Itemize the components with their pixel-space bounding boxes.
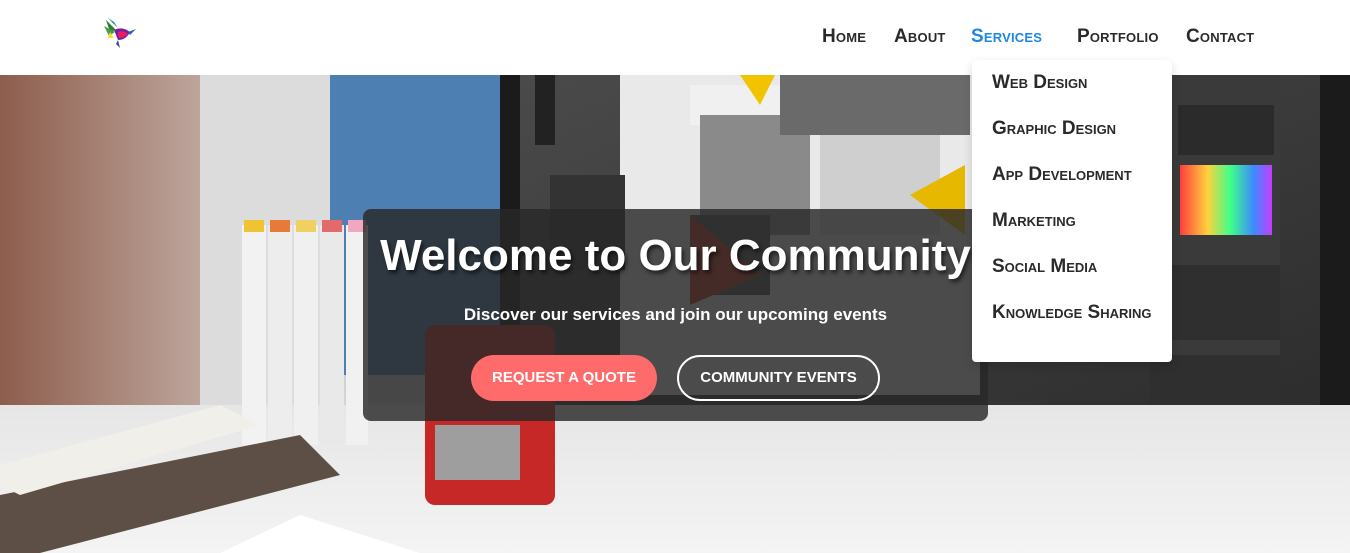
nav-home[interactable]: Home	[822, 26, 866, 48]
community-events-button[interactable]: COMMUNITY EVENTS	[677, 355, 880, 401]
hummingbird-logo-icon[interactable]	[100, 16, 140, 54]
nav-about[interactable]: About	[894, 26, 946, 48]
dropdown-item-social-media[interactable]: Social Media	[992, 254, 1162, 280]
dropdown-item-marketing[interactable]: Marketing	[992, 208, 1162, 234]
hero-overlay-panel: Welcome to Our Community Discover our se…	[363, 209, 988, 421]
request-quote-button[interactable]: REQUEST A QUOTE	[471, 355, 657, 401]
dropdown-item-web-design[interactable]: Web Design	[992, 70, 1162, 96]
hero-title: Welcome to Our Community	[380, 231, 971, 280]
nav-portfolio[interactable]: Portfolio	[1077, 26, 1159, 48]
dropdown-item-knowledge-sharing[interactable]: Knowledge Sharing	[992, 300, 1162, 326]
dropdown-item-graphic-design[interactable]: Graphic Design	[992, 116, 1162, 142]
dropdown-item-app-development[interactable]: App Development	[992, 162, 1162, 188]
nav-services[interactable]: Services	[971, 26, 1042, 48]
services-dropdown-menu: Web Design Graphic Design App Developmen…	[972, 60, 1172, 362]
hero-subtitle: Discover our services and join our upcom…	[463, 305, 888, 324]
nav-contact[interactable]: Contact	[1186, 26, 1254, 48]
